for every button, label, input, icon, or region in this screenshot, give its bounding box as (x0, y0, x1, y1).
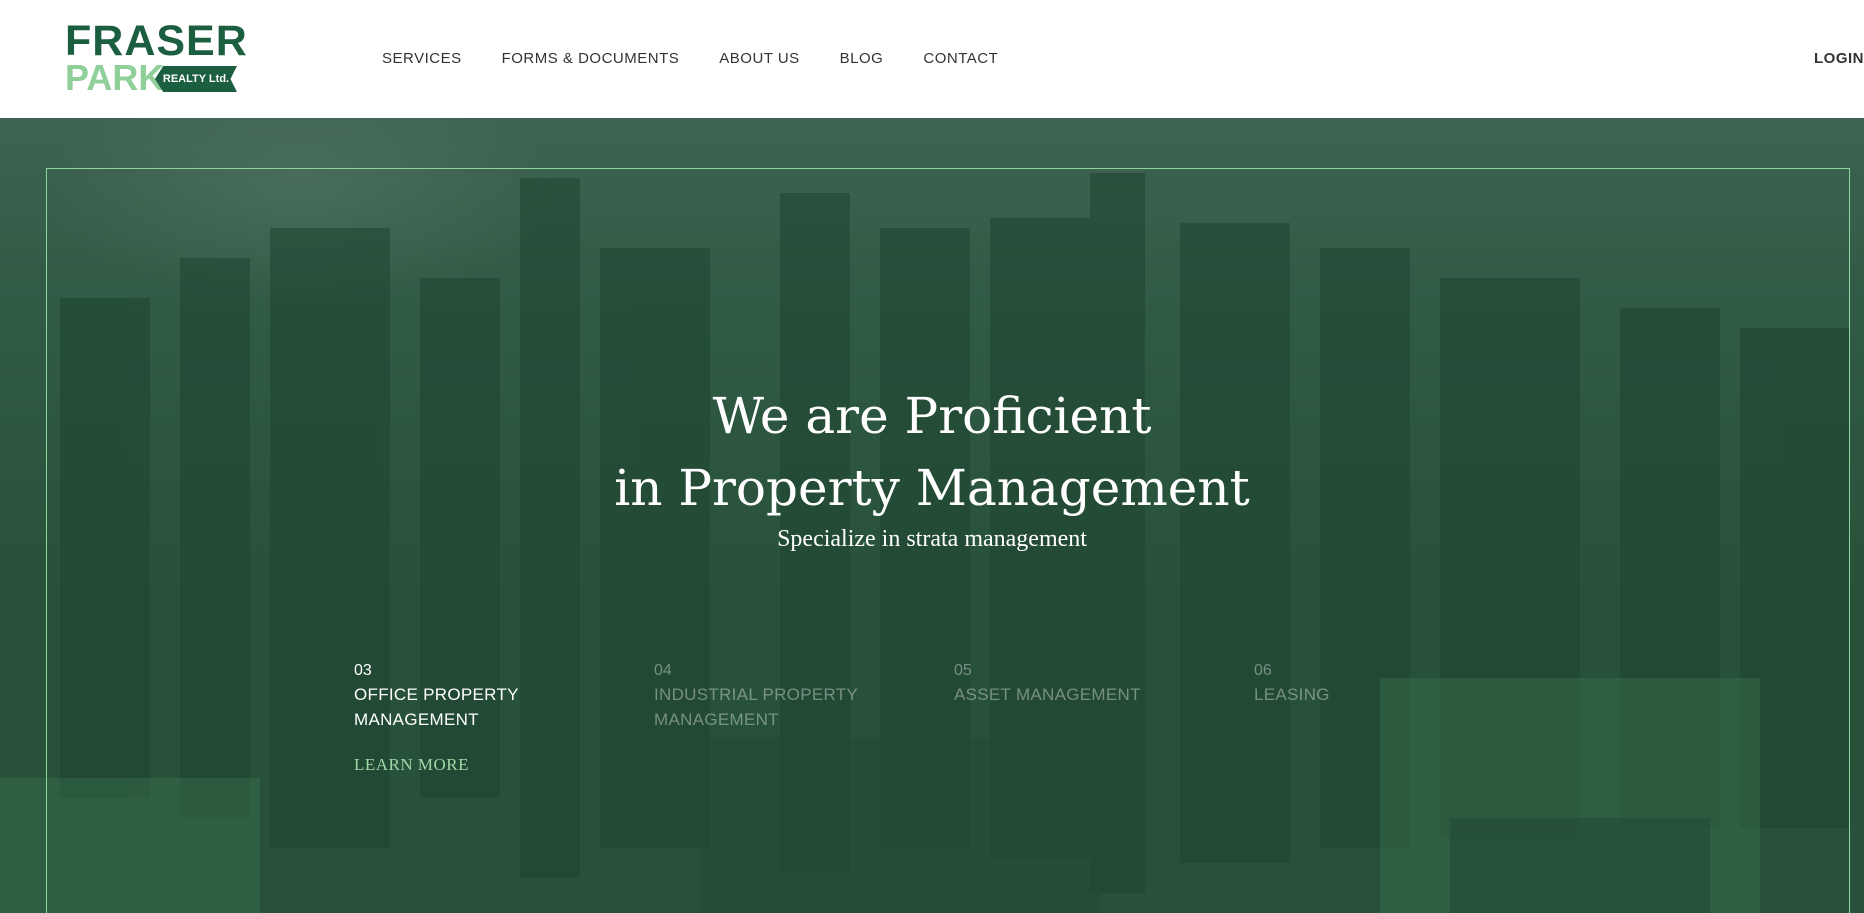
tab-label: INDUSTRIAL PROPERTY MANAGEMENT (654, 685, 858, 729)
nav-blog[interactable]: BLOG (840, 50, 884, 70)
tab-number: 06 (1254, 662, 1272, 679)
nav-forms-documents[interactable]: FORMS & DOCUMENTS (502, 50, 680, 70)
nav-about-us[interactable]: ABOUT US (719, 50, 799, 70)
learn-more-link[interactable]: LEARN MORE (354, 755, 469, 775)
logo-wordmark-top: FRASER (65, 17, 248, 65)
login-link[interactable]: LOGIN (1814, 50, 1864, 67)
nav-services[interactable]: SERVICES (382, 50, 462, 70)
hero-title: We are Proficient in Property Management (0, 380, 1864, 524)
hero-title-line1: We are Proficient (712, 387, 1152, 445)
tab-number: 03 (354, 662, 372, 679)
hero-subtitle: Specialize in strata management (777, 526, 1087, 552)
tab-label: LEASING (1254, 685, 1330, 704)
main-nav: SERVICES FORMS & DOCUMENTS ABOUT US BLOG… (382, 50, 998, 70)
tab-industrial-property-management[interactable]: 04 INDUSTRIAL PROPERTY MANAGEMENT (654, 660, 954, 732)
tab-number: 05 (954, 662, 972, 679)
site-header: FRASER PARK REALTY Ltd. SERVICES FORMS &… (0, 0, 1864, 118)
tab-label: OFFICE PROPERTY MANAGEMENT (354, 685, 519, 729)
tab-label: ASSET MANAGEMENT (954, 685, 1141, 704)
tab-leasing[interactable]: 06 LEASING (1254, 660, 1554, 732)
tab-office-property-management[interactable]: 03 OFFICE PROPERTY MANAGEMENT (354, 660, 654, 732)
hero-title-line2: in Property Management (614, 459, 1250, 517)
logo-realty-tag: REALTY Ltd. (155, 66, 237, 92)
hero-section: We are Proficient in Property Management… (0, 118, 1864, 913)
tab-asset-management[interactable]: 05 ASSET MANAGEMENT (954, 660, 1254, 732)
tab-number: 04 (654, 662, 672, 679)
service-tabs: 03 OFFICE PROPERTY MANAGEMENT 04 INDUSTR… (354, 660, 1554, 732)
nav-contact[interactable]: CONTACT (923, 50, 998, 70)
fraser-park-logo[interactable]: FRASER PARK REALTY Ltd. (65, 17, 248, 98)
logo-wordmark-bottom: PARK (65, 57, 165, 98)
